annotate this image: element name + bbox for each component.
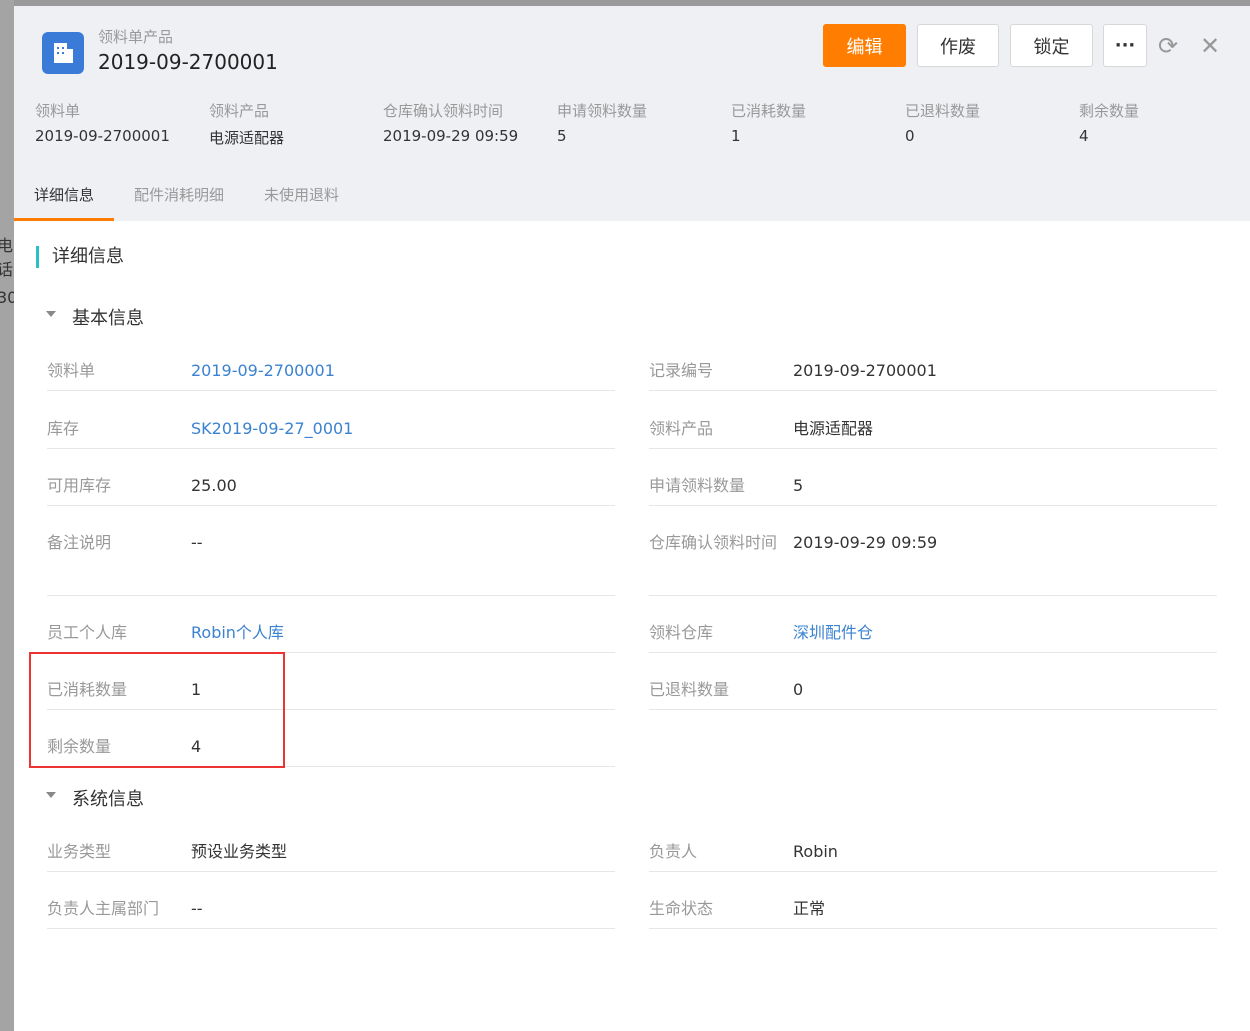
field-row: 业务类型 预设业务类型 <box>47 827 615 872</box>
field-row: 负责人 Robin <box>649 827 1217 872</box>
field-label: 生命状态 <box>649 899 714 918</box>
tab-bar: 详细信息 配件消耗明细 未使用退料 <box>14 171 1250 221</box>
field-label: 备注说明 <box>47 533 112 552</box>
field-label: 领料产品 <box>649 419 714 438</box>
summary-value: 4 <box>1079 127 1089 145</box>
summary-item: 领料产品 电源适配器 <box>209 100 383 148</box>
field-value[interactable]: Robin个人库 <box>191 617 284 652</box>
field-label: 业务类型 <box>47 842 112 861</box>
summary-label: 剩余数量 <box>1079 102 1140 120</box>
void-button[interactable]: 作废 <box>917 24 999 67</box>
field-row: 生命状态 正常 <box>649 884 1217 929</box>
lock-button[interactable]: 锁定 <box>1010 24 1093 67</box>
field-row: 库存 SK2019-09-27_0001 <box>47 404 615 449</box>
field-label: 员工个人库 <box>47 623 128 642</box>
tab-detail[interactable]: 详细信息 <box>14 171 115 221</box>
field-label: 库存 <box>47 419 80 438</box>
detail-panel: 领料单产品 2019-09-2700001 编辑 作废 锁定 ··· ⟳ ✕ 领… <box>14 6 1250 1031</box>
summary-label: 领料单 <box>35 102 81 120</box>
field-label: 可用库存 <box>47 476 112 495</box>
background-page: 电话 30 <box>0 0 17 1031</box>
close-icon[interactable]: ✕ <box>1200 32 1220 60</box>
field-row: 仓库确认领料时间 2019-09-29 09:59 <box>649 518 1217 596</box>
field-label: 负责人主属部门 <box>47 899 160 918</box>
summary-label: 领料产品 <box>209 102 270 120</box>
field-row: 领料单 2019-09-2700001 <box>47 346 615 391</box>
field-label: 领料仓库 <box>649 623 714 642</box>
summary-value: 1 <box>731 127 741 145</box>
summary-value: 0 <box>905 127 915 145</box>
summary-item: 领料单 2019-09-2700001 <box>35 100 209 148</box>
tab-return[interactable]: 未使用退料 <box>244 171 359 221</box>
bg-text: 电话 <box>0 236 14 279</box>
summary-value: 5 <box>557 127 567 145</box>
field-value[interactable]: 2019-09-2700001 <box>191 355 335 390</box>
field-value[interactable]: SK2019-09-27_0001 <box>191 413 353 448</box>
field-value: 电源适配器 <box>793 419 874 438</box>
highlight-box <box>29 652 285 768</box>
summary-value: 2019-09-29 09:59 <box>383 127 519 145</box>
summary-value: 2019-09-2700001 <box>35 127 170 145</box>
summary-label: 已消耗数量 <box>731 102 807 120</box>
summary-value: 电源适配器 <box>209 129 285 147</box>
summary-item: 剩余数量 4 <box>1079 100 1250 148</box>
field-label: 仓库确认领料时间 <box>649 533 778 552</box>
field-row: 领料仓库 深圳配件仓 <box>649 608 1217 653</box>
field-value[interactable]: 深圳配件仓 <box>793 617 873 652</box>
edit-button[interactable]: 编辑 <box>823 24 906 67</box>
field-value: 2019-09-2700001 <box>793 361 937 380</box>
field-label: 已退料数量 <box>649 680 730 699</box>
group-system-toggle[interactable]: 系统信息 <box>46 785 144 811</box>
field-row: 负责人主属部门 -- <box>47 884 615 929</box>
field-row: 记录编号 2019-09-2700001 <box>649 346 1217 391</box>
field-row: 可用库存 25.00 <box>47 461 615 506</box>
field-value: 正常 <box>793 899 826 918</box>
field-row: 员工个人库 Robin个人库 <box>47 608 615 653</box>
field-row: 备注说明 -- <box>47 518 615 596</box>
summary-item: 已消耗数量 1 <box>731 100 905 148</box>
field-label: 负责人 <box>649 842 698 861</box>
field-row: 领料产品 电源适配器 <box>649 404 1217 449</box>
page-title: 2019-09-2700001 <box>98 50 278 74</box>
field-value: -- <box>191 533 203 552</box>
field-value: Robin <box>793 842 838 861</box>
summary-label: 仓库确认领料时间 <box>383 102 504 120</box>
summary-bar: 领料单 2019-09-2700001 领料产品 电源适配器 仓库确认领料时间 2019-… <box>35 100 1250 148</box>
summary-label: 申请领料数量 <box>557 102 648 120</box>
summary-item: 申请领料数量 5 <box>557 100 731 148</box>
more-button[interactable]: ··· <box>1103 24 1147 67</box>
refresh-icon[interactable]: ⟳ <box>1158 32 1178 60</box>
building-icon <box>42 32 84 74</box>
panel-header: 领料单产品 2019-09-2700001 编辑 作废 锁定 ··· ⟳ ✕ 领… <box>14 6 1250 172</box>
field-row: 申请领料数量 5 <box>649 461 1217 506</box>
object-type: 领料单产品 <box>98 28 174 46</box>
tab-consumption[interactable]: 配件消耗明细 <box>114 171 244 221</box>
field-value: 2019-09-29 09:59 <box>793 533 938 552</box>
field-label: 记录编号 <box>649 361 714 380</box>
field-value: 0 <box>793 680 804 699</box>
summary-item: 已退料数量 0 <box>905 100 1079 148</box>
summary-label: 已退料数量 <box>905 102 981 120</box>
field-label: 申请领料数量 <box>649 476 746 495</box>
section-title: 详细信息 <box>36 246 124 268</box>
field-label: 领料单 <box>47 361 96 380</box>
summary-item: 仓库确认领料时间 2019-09-29 09:59 <box>383 100 557 148</box>
field-value: 5 <box>793 476 804 495</box>
field-row: 已退料数量 0 <box>649 665 1217 710</box>
field-value: 25.00 <box>191 476 237 495</box>
field-value: 预设业务类型 <box>191 842 288 861</box>
field-value: -- <box>191 899 203 918</box>
group-basic-toggle[interactable]: 基本信息 <box>46 304 144 330</box>
